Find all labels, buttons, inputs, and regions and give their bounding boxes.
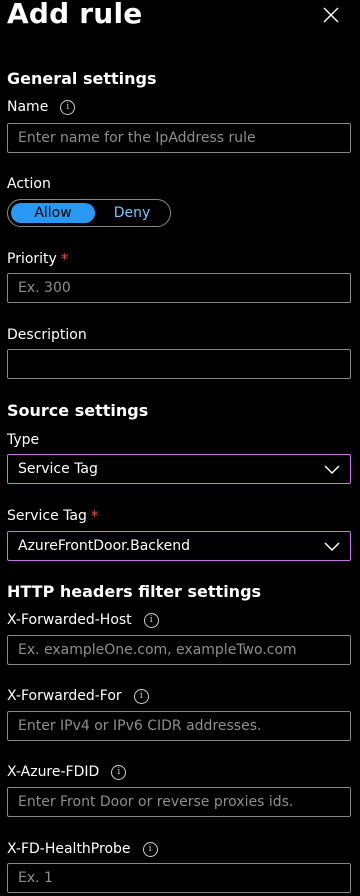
service-tag-select-value: AzureFrontDoor.Backend <box>18 538 190 554</box>
type-select[interactable]: Service Tag <box>7 454 351 484</box>
general-settings-heading: General settings <box>7 69 157 88</box>
priority-label-row: Priority * <box>7 250 68 268</box>
service-tag-select[interactable]: AzureFrontDoor.Backend <box>7 531 351 561</box>
panel-header: Add rule <box>0 0 360 40</box>
azure-fdid-input[interactable] <box>7 787 351 817</box>
description-label: Description <box>7 327 87 343</box>
service-tag-label-row: Service Tag * <box>7 507 98 525</box>
fd-health-probe-label-row: X-FD-HealthProbe i <box>7 840 158 858</box>
type-label: Type <box>7 432 40 448</box>
description-input[interactable] <box>7 349 351 379</box>
name-label-row: Name i <box>7 98 76 116</box>
type-select-value: Service Tag <box>18 461 98 477</box>
name-input[interactable] <box>7 123 351 153</box>
http-headers-heading: HTTP headers filter settings <box>7 582 262 601</box>
action-toggle: Allow Deny <box>7 199 171 227</box>
forwarded-for-label: X-Forwarded-For <box>7 688 122 704</box>
fd-health-probe-label: X-FD-HealthProbe <box>7 841 131 857</box>
forwarded-host-label-row: X-Forwarded-Host i <box>7 611 159 629</box>
source-settings-heading: Source settings <box>7 401 149 420</box>
priority-label: Priority <box>7 251 57 267</box>
info-icon[interactable]: i <box>60 99 76 115</box>
fd-health-probe-input[interactable] <box>7 863 351 893</box>
info-icon[interactable]: i <box>142 841 158 857</box>
service-tag-label: Service Tag <box>7 508 87 524</box>
azure-fdid-label-row: X-Azure-FDID i <box>7 763 127 781</box>
info-icon[interactable]: i <box>133 688 149 704</box>
required-marker: * <box>90 507 99 525</box>
priority-input[interactable] <box>7 273 351 303</box>
close-icon[interactable] <box>320 4 342 26</box>
forwarded-for-label-row: X-Forwarded-For i <box>7 687 149 705</box>
info-icon[interactable]: i <box>111 764 127 780</box>
info-icon[interactable]: i <box>143 612 159 628</box>
action-deny-option[interactable]: Deny <box>96 203 168 223</box>
forwarded-for-input[interactable] <box>7 711 351 741</box>
forwarded-host-input[interactable] <box>7 635 351 665</box>
azure-fdid-label: X-Azure-FDID <box>7 764 100 780</box>
action-label: Action <box>7 176 51 192</box>
required-marker: * <box>60 250 69 268</box>
name-label: Name <box>7 99 49 115</box>
panel-title: Add rule <box>7 0 143 30</box>
chevron-down-icon <box>324 542 340 552</box>
chevron-down-icon <box>324 465 340 475</box>
forwarded-host-label: X-Forwarded-Host <box>7 612 132 628</box>
action-allow-option[interactable]: Allow <box>11 203 95 223</box>
